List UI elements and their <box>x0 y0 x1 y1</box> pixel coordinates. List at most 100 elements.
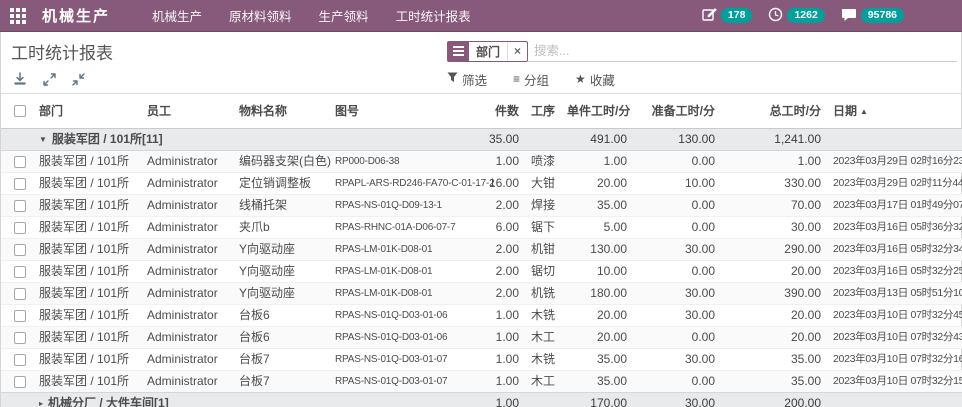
group-unit: 491.00 <box>561 129 633 151</box>
cell-prep: 0.00 <box>633 217 721 239</box>
menu-item-yuancailiaolingliao[interactable]: 原材料领料 <box>229 6 292 25</box>
col-header-drawing[interactable]: 图号 <box>329 94 479 129</box>
select-all-checkbox[interactable] <box>14 105 26 117</box>
cell-qty: 6.00 <box>479 217 525 239</box>
cell-total: 35.00 <box>721 349 827 371</box>
favorites-button[interactable]: ★ 收藏 <box>575 70 615 89</box>
group-total: 1,241.00 <box>721 129 827 151</box>
expand-icon[interactable] <box>43 73 56 86</box>
filters-button[interactable]: 筛选 <box>447 70 487 89</box>
systray-activities[interactable]: 178 <box>702 7 753 25</box>
cell-total: 20.00 <box>721 261 827 283</box>
row-checkbox[interactable] <box>14 266 26 278</box>
cell-material: 夹爪b <box>233 217 329 239</box>
cell-drawing: RPAS-RHNC-01A-D06-07-7 <box>329 217 479 239</box>
cell-material: 编码器支架(白色) <box>233 151 329 173</box>
table-row[interactable]: 服装军团 / 101所Administrator线桶托架RPAS-NS-01Q-… <box>1 195 962 217</box>
cell-date: 2023年03月16日 05时32分34秒 <box>827 239 962 261</box>
cell-material: 线桶托架 <box>233 195 329 217</box>
col-header-process[interactable]: 工序 <box>525 94 561 129</box>
table-row[interactable]: 服装军团 / 101所Administrator台板6RPAS-NS-01Q-D… <box>1 305 962 327</box>
cell-prep: 30.00 <box>633 349 721 371</box>
table-row[interactable]: 服装军团 / 101所Administrator台板7RPAS-NS-01Q-D… <box>1 349 962 371</box>
table-row[interactable]: 服装军团 / 101所Administrator台板6RPAS-NS-01Q-D… <box>1 327 962 349</box>
facet-remove-icon[interactable]: × <box>507 42 527 61</box>
row-checkbox[interactable] <box>14 354 26 366</box>
row-checkbox[interactable] <box>14 200 26 212</box>
col-header-employee[interactable]: 员工 <box>141 94 233 129</box>
cell-prep: 0.00 <box>633 151 721 173</box>
row-checkbox[interactable] <box>14 332 26 344</box>
group-label: ▸机械分厂 / 大件车间[1] <box>33 393 479 407</box>
table-row[interactable]: 服装军团 / 101所AdministratorY向驱动座RPAS-LM-01K… <box>1 261 962 283</box>
table-row[interactable]: 服装军团 / 101所Administrator定位销调整板RPAPL-ARS-… <box>1 173 962 195</box>
col-header-qty[interactable]: 件数 <box>479 94 525 129</box>
page-title: 工时统计报表 <box>1 39 447 64</box>
cell-qty: 2.00 <box>479 195 525 217</box>
worktime-report-table: 部门 员工 物料名称 图号 件数 工序 单件工时/分 准备工时/分 总工时/分 … <box>1 94 962 407</box>
row-checkbox[interactable] <box>14 310 26 322</box>
export-download-icon[interactable] <box>13 72 27 86</box>
col-header-unit[interactable]: 单件工时/分 <box>561 94 633 129</box>
report-table-body: ▼服装军团 / 101所[11]35.00491.00130.001,241.0… <box>1 129 962 407</box>
cell-dept: 服装军团 / 101所 <box>33 261 141 283</box>
col-header-prep[interactable]: 准备工时/分 <box>633 94 721 129</box>
row-checkbox[interactable] <box>14 156 26 168</box>
cell-date: 2023年03月10日 07时32分15秒 <box>827 371 962 393</box>
menu-item-shengchanlingliao[interactable]: 生产领料 <box>319 6 369 25</box>
facet-label: 部门 <box>469 42 507 61</box>
row-checkbox[interactable] <box>14 178 26 190</box>
cell-qty: 1.00 <box>479 151 525 173</box>
search-facet-department: 部门 × <box>447 41 528 62</box>
table-row[interactable]: 服装军团 / 101所Administrator夹爪bRPAS-RHNC-01A… <box>1 217 962 239</box>
table-row[interactable]: 服装军团 / 101所Administrator编码器支架(白色)RP000-D… <box>1 151 962 173</box>
compress-icon[interactable] <box>72 73 85 86</box>
systray-clock[interactable]: 1262 <box>768 7 824 25</box>
group-by-button[interactable]: ≡ 分组 <box>513 70 549 89</box>
cell-drawing: RPAS-NS-01Q-D03-01-07 <box>329 349 479 371</box>
cell-dept: 服装军团 / 101所 <box>33 371 141 393</box>
cell-process: 锯下 <box>525 217 561 239</box>
table-row[interactable]: 服装军团 / 101所Administrator台板7RPAS-NS-01Q-D… <box>1 371 962 393</box>
cell-material: 定位销调整板 <box>233 173 329 195</box>
row-checkbox[interactable] <box>14 222 26 234</box>
group-row[interactable]: ▸机械分厂 / 大件车间[1]1.00170.0030.00200.00 <box>1 393 962 407</box>
row-checkbox[interactable] <box>14 244 26 256</box>
table-row[interactable]: 服装军团 / 101所AdministratorY向驱动座RPAS-LM-01K… <box>1 239 962 261</box>
menu-item-jixieshengchan[interactable]: 机械生产 <box>152 6 202 25</box>
cell-process: 机钳 <box>525 239 561 261</box>
cell-date: 2023年03月16日 05时36分32秒 <box>827 217 962 239</box>
chat-icon <box>841 7 857 25</box>
menu-item-gongshitongjibaobiao[interactable]: 工时统计报表 <box>396 6 471 25</box>
apps-grid-icon[interactable] <box>10 8 26 24</box>
table-header-row: 部门 员工 物料名称 图号 件数 工序 单件工时/分 准备工时/分 总工时/分 … <box>1 94 962 129</box>
cell-process: 木工 <box>525 371 561 393</box>
cell-date: 2023年03月16日 05时32分25秒 <box>827 261 962 283</box>
col-header-material[interactable]: 物料名称 <box>233 94 329 129</box>
cell-unit: 10.00 <box>561 261 633 283</box>
cell-qty: 1.00 <box>479 327 525 349</box>
col-header-dept[interactable]: 部门 <box>33 94 141 129</box>
cell-dept: 服装军团 / 101所 <box>33 173 141 195</box>
search-input[interactable] <box>528 41 957 62</box>
cell-drawing: RPAS-NS-01Q-D03-01-07 <box>329 371 479 393</box>
group-row[interactable]: ▼服装军团 / 101所[11]35.00491.00130.001,241.0… <box>1 129 962 151</box>
cell-total: 30.00 <box>721 217 827 239</box>
row-checkbox[interactable] <box>14 376 26 388</box>
cell-prep: 30.00 <box>633 305 721 327</box>
clock-count-badge: 1262 <box>787 8 824 23</box>
row-check-cell <box>1 349 33 371</box>
col-header-date[interactable]: 日期▲ <box>827 94 962 129</box>
cell-drawing: RPAS-LM-01K-D08-01 <box>329 283 479 305</box>
activities-count-badge: 178 <box>721 8 753 23</box>
cell-prep: 30.00 <box>633 283 721 305</box>
table-row[interactable]: 服装军团 / 101所AdministratorY向驱动座RPAS-LM-01K… <box>1 283 962 305</box>
col-header-total[interactable]: 总工时/分 <box>721 94 827 129</box>
cell-process: 喷漆 <box>525 151 561 173</box>
cell-prep: 10.00 <box>633 173 721 195</box>
cell-prep: 0.00 <box>633 195 721 217</box>
row-checkbox[interactable] <box>14 288 26 300</box>
sort-asc-icon: ▲ <box>860 107 868 116</box>
row-check-cell <box>1 239 33 261</box>
systray-messages[interactable]: 95786 <box>841 7 904 25</box>
